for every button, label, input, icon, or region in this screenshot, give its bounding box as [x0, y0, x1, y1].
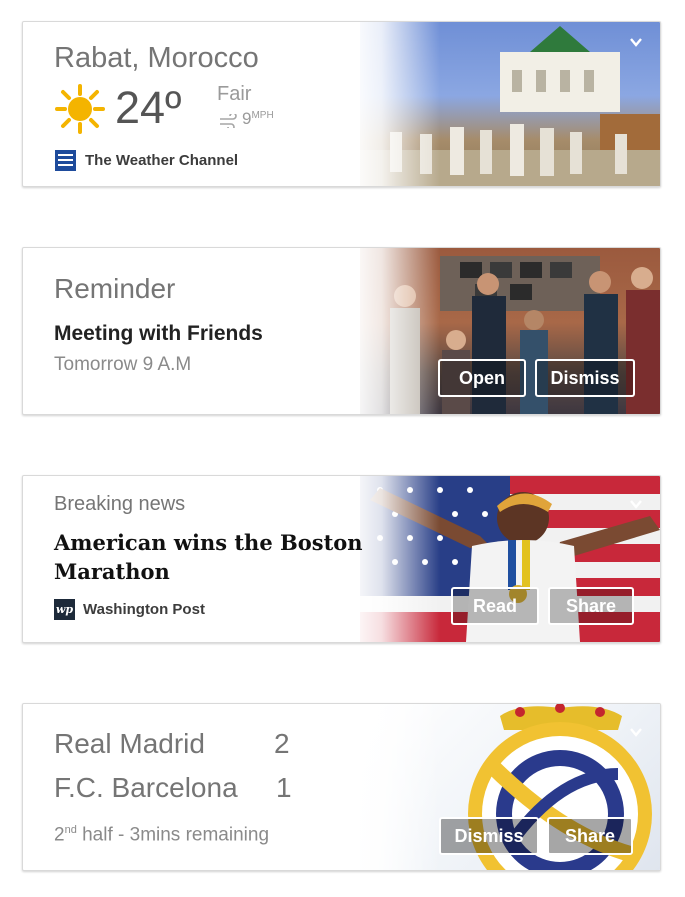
- dismiss-button[interactable]: Dismiss: [439, 817, 539, 855]
- team2-name: F.C. Barcelona: [54, 772, 238, 803]
- dismiss-button[interactable]: Dismiss: [535, 359, 635, 397]
- temperature: 24º: [115, 82, 182, 133]
- wind-speed: 9: [242, 109, 252, 128]
- headline-line-2: Marathon: [54, 559, 170, 584]
- chevron-down-icon[interactable]: [630, 726, 642, 738]
- period-ordinal: nd: [64, 824, 77, 836]
- read-button[interactable]: Read: [451, 587, 539, 625]
- image-fade: [350, 248, 440, 414]
- news-label: Breaking news: [54, 493, 186, 515]
- weather-condition: Fair: [217, 83, 252, 105]
- image-fade: [350, 22, 440, 186]
- wind-icon: [220, 114, 237, 128]
- news-source-label: Washington Post: [83, 601, 205, 618]
- news-source[interactable]: wp Washington Post: [54, 599, 205, 620]
- wind-unit: MPH: [251, 110, 274, 121]
- match-status: 2nd half - 3mins remaining: [54, 824, 269, 846]
- weather-channel-logo: [55, 150, 76, 171]
- share-button[interactable]: Share: [548, 587, 634, 625]
- period-remaining: half - 3mins remaining: [76, 824, 270, 846]
- chevron-down-icon[interactable]: [630, 36, 642, 48]
- image-fade: [350, 476, 440, 642]
- weather-source[interactable]: The Weather Channel: [55, 150, 238, 171]
- team1-score: 2: [274, 728, 290, 759]
- sun-icon: [55, 84, 105, 134]
- headline-line-1: American wins the Boston: [54, 530, 363, 555]
- image-fade: [350, 704, 440, 870]
- period-number: 2: [54, 824, 65, 846]
- chevron-down-icon[interactable]: [630, 498, 642, 510]
- news-card[interactable]: Breaking news American wins the Boston M…: [22, 475, 661, 643]
- reminder-label: Reminder: [54, 273, 176, 304]
- share-button[interactable]: Share: [547, 817, 633, 855]
- reminder-title: Meeting with Friends: [54, 322, 263, 345]
- weather-card[interactable]: Rabat, Morocco 24º Fair 9 MPH The Weathe…: [22, 21, 661, 187]
- reminder-card[interactable]: Reminder Meeting with Friends Tomorrow 9…: [22, 247, 661, 415]
- open-button[interactable]: Open: [438, 359, 526, 397]
- washington-post-logo: wp: [54, 599, 75, 620]
- reminder-time: Tomorrow 9 A.M: [54, 354, 192, 375]
- weather-location: Rabat, Morocco: [54, 42, 259, 74]
- score-card[interactable]: Real Madrid 2 F.C. Barcelona 1 2nd half …: [22, 703, 661, 871]
- weather-source-label: The Weather Channel: [85, 152, 239, 169]
- news-headline: American wins the Boston Marathon: [54, 528, 363, 586]
- team2-score: 1: [276, 772, 292, 803]
- team1-name: Real Madrid: [54, 728, 205, 759]
- wind-readout: 9 MPH: [219, 109, 274, 129]
